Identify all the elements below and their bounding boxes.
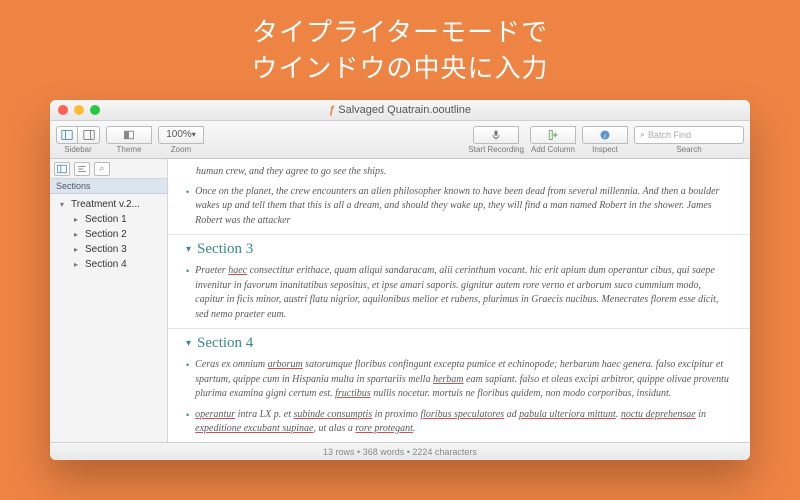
document-content[interactable]: human crew, and they agree to go see the… <box>168 159 750 442</box>
bullet-icon: • <box>186 187 189 229</box>
recording-label: Start Recording <box>468 145 524 154</box>
minimize-icon[interactable] <box>74 105 84 115</box>
search-input[interactable]: ⌕ Batch Find <box>634 126 744 144</box>
sidebar: ⌕ Sections ▾Treatment v.2... ▸Section 1 … <box>50 159 168 442</box>
paragraph: operantur intra LX p. et subinde consump… <box>195 408 732 437</box>
search-icon: ⌕ <box>640 129 645 140</box>
section-3-heading[interactable]: ▾ Section 3 <box>186 241 732 258</box>
window-controls <box>58 105 100 115</box>
disclosure-down-icon: ▾ <box>186 338 191 349</box>
paragraph-fragment: human crew, and they agree to go see the… <box>186 165 732 180</box>
toolbar-theme-group: Theme <box>106 126 152 154</box>
toolbar-sidebar-group: Sidebar <box>56 126 100 154</box>
sidebar-icon <box>61 129 73 141</box>
styles-icon <box>77 164 87 174</box>
section-divider <box>168 234 750 235</box>
toolbar-inspect-group: i Inspect <box>582 126 628 154</box>
inspect-label: Inspect <box>592 145 618 154</box>
toolbar-recording-group: Start Recording <box>468 126 524 154</box>
sections-icon <box>57 164 67 174</box>
section-4-heading[interactable]: ▾ Section 4 <box>186 335 732 352</box>
paragraph: Ceras ex omnium arborum satorumque flori… <box>195 358 732 402</box>
sidebar-item-section-3[interactable]: ▸Section 3 <box>50 242 167 257</box>
titlebar: ƒ Salvaged Quatrain.ooutline <box>50 100 750 121</box>
start-recording-button[interactable] <box>473 126 519 144</box>
paragraph: Once on the planet, the crew encounters … <box>195 185 732 229</box>
inspect-button[interactable]: i <box>582 126 628 144</box>
sidebar-toolbar: ⌕ <box>50 159 167 179</box>
section-divider <box>168 328 750 329</box>
status-text: 13 rows • 368 words • 2224 characters <box>323 447 477 457</box>
bullet-row: • Praeter haec consectitur erithace, qua… <box>186 264 732 322</box>
chevron-down-icon: ▾ <box>192 130 196 139</box>
sidebar-item-root[interactable]: ▾Treatment v.2... <box>50 197 167 212</box>
svg-text:i: i <box>604 133 606 140</box>
bullet-icon: • <box>186 410 189 437</box>
info-icon: i <box>599 129 611 141</box>
close-icon[interactable] <box>58 105 68 115</box>
add-column-button[interactable] <box>530 126 576 144</box>
disclosure-down-icon: ▾ <box>60 200 68 209</box>
sidebar-tree: ▾Treatment v.2... ▸Section 1 ▸Section 2 … <box>50 194 167 275</box>
status-bar: 13 rows • 368 words • 2224 characters <box>50 442 750 460</box>
sidebar-toggle-button[interactable] <box>56 126 78 144</box>
sidebar-item-label: Section 1 <box>85 214 127 225</box>
disclosure-down-icon: ▾ <box>186 244 191 255</box>
toolbar: Sidebar Theme 100% ▾ Zoom Start Recordin… <box>50 121 750 159</box>
document-icon: ƒ <box>329 104 335 116</box>
theme-label: Theme <box>117 145 142 154</box>
sidebar-item-section-2[interactable]: ▸Section 2 <box>50 227 167 242</box>
window-title: ƒ Salvaged Quatrain.ooutline <box>50 104 750 116</box>
sidebar-view-styles-button[interactable] <box>74 162 90 176</box>
title-text: Salvaged Quatrain.ooutline <box>338 104 471 116</box>
sidebar-item-label: Section 3 <box>85 244 127 255</box>
sidebar-alt-button[interactable] <box>78 126 100 144</box>
sidebar-item-label: Section 2 <box>85 229 127 240</box>
promo-line-2: ウインドウの中央に入力 <box>0 50 800 86</box>
bullet-row: • Once on the planet, the crew encounter… <box>186 185 732 229</box>
zoom-select[interactable]: 100% ▾ <box>158 126 204 144</box>
bullet-icon: • <box>186 360 189 402</box>
theme-icon <box>123 129 135 141</box>
search-placeholder: Batch Find <box>648 130 691 140</box>
sidebar-label: Sidebar <box>64 145 92 154</box>
promo-headline: タイプライターモードで ウインドウの中央に入力 <box>0 0 800 87</box>
panel-icon <box>83 129 95 141</box>
sidebar-item-label: Section 4 <box>85 259 127 270</box>
disclosure-right-icon: ▸ <box>74 245 82 254</box>
promo-line-1: タイプライターモードで <box>0 14 800 50</box>
bullet-row: • Ceras ex omnium arborum satorumque flo… <box>186 358 732 402</box>
bullet-icon: • <box>186 266 189 322</box>
app-window: ƒ Salvaged Quatrain.ooutline Sidebar The… <box>50 100 750 460</box>
sidebar-item-section-1[interactable]: ▸Section 1 <box>50 212 167 227</box>
theme-button[interactable] <box>106 126 152 144</box>
addcolumn-label: Add Column <box>531 145 575 154</box>
window-body: ⌕ Sections ▾Treatment v.2... ▸Section 1 … <box>50 159 750 442</box>
search-label: Search <box>676 145 701 154</box>
toolbar-addcolumn-group: Add Column <box>530 126 576 154</box>
sidebar-view-sections-button[interactable] <box>54 162 70 176</box>
sidebar-header: Sections <box>50 179 167 194</box>
disclosure-right-icon: ▸ <box>74 230 82 239</box>
toolbar-zoom-group: 100% ▾ Zoom <box>158 126 204 154</box>
disclosure-right-icon: ▸ <box>74 215 82 224</box>
toolbar-search-group: ⌕ Batch Find Search <box>634 126 744 154</box>
sidebar-root-label: Treatment v.2... <box>71 199 140 210</box>
sidebar-search-button[interactable]: ⌕ <box>94 162 110 176</box>
microphone-icon <box>490 129 502 141</box>
disclosure-right-icon: ▸ <box>74 260 82 269</box>
section-title: Section 3 <box>197 241 253 258</box>
magnifier-icon: ⌕ <box>99 163 104 174</box>
zoom-label: Zoom <box>171 145 191 154</box>
paragraph: Praeter haec consectitur erithace, quam … <box>195 264 732 322</box>
zoom-window-icon[interactable] <box>90 105 100 115</box>
bullet-row: • operantur intra LX p. et subinde consu… <box>186 408 732 437</box>
sidebar-item-section-4[interactable]: ▸Section 4 <box>50 257 167 272</box>
add-column-icon <box>547 129 559 141</box>
section-title: Section 4 <box>197 335 253 352</box>
zoom-value: 100% <box>166 129 192 140</box>
